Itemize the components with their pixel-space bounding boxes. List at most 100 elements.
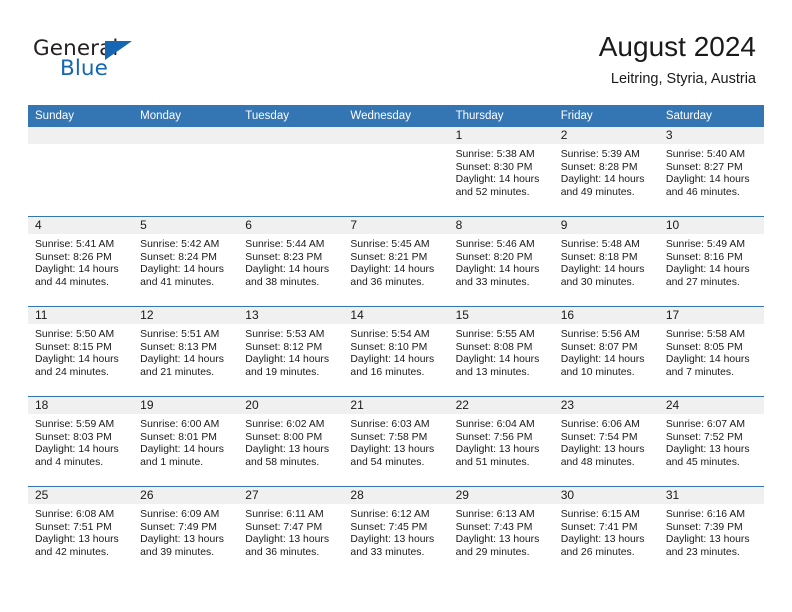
day-details: Sunrise: 6:15 AM Sunset: 7:41 PM Daylight:… [554,504,659,559]
sunrise-text: Sunrise: 5:49 AM [665,239,745,250]
calendar-day-cell[interactable]: 21 Sunrise: 6:03 AM Sunset: 7:58 PM Dayligh… [343,396,449,487]
day-number [238,127,344,144]
calendar-day-cell[interactable]: 6 Sunrise: 5:44 AM Sunset: 8:23 PM Daylight… [238,216,344,307]
day-details: Sunrise: 6:16 AM Sunset: 7:39 PM Daylight:… [659,504,764,559]
sunset-text: Sunset: 7:51 PM [35,521,112,533]
calendar-day-cell[interactable]: 12 Sunrise: 5:51 AM Sunset: 8:13 PM Dayligh… [133,306,239,397]
daylight-text-line1: Daylight: 14 hours [245,354,330,366]
sunrise-text: Sunrise: 5:55 AM [455,329,535,340]
daylight-text-line2: and 54 minutes. [350,456,425,468]
calendar-day-cell[interactable]: 23 Sunrise: 6:06 AM Sunset: 7:54 PM Dayligh… [553,396,659,487]
daylight-text-line1: Daylight: 14 hours [140,354,224,366]
daylight-text-line1: Daylight: 13 hours [455,534,540,546]
calendar-day-cell[interactable]: 2 Sunrise: 5:39 AM Sunset: 8:28 PM Daylight… [553,127,659,217]
day-details: Sunrise: 5:48 AM Sunset: 8:18 PM Daylight:… [554,234,659,289]
day-details: Sunrise: 6:13 AM Sunset: 7:43 PM Daylight:… [449,504,554,559]
daylight-text-line2: and 13 minutes. [455,366,530,378]
calendar-day-cell[interactable]: 28 Sunrise: 6:12 AM Sunset: 7:45 PM Dayligh… [343,486,449,576]
calendar-day-cell[interactable]: 22 Sunrise: 6:04 AM Sunset: 7:56 PM Dayligh… [448,396,554,487]
day-number: 20 [238,397,344,414]
daylight-text-line2: and 38 minutes. [245,276,320,288]
sunset-text: Sunset: 7:41 PM [560,521,638,533]
sunset-text: Sunset: 7:56 PM [455,431,533,443]
calendar-day-cell[interactable]: 5 Sunrise: 5:42 AM Sunset: 8:24 PM Daylight… [133,216,239,307]
day-details: Sunrise: 6:11 AM Sunset: 7:47 PM Daylight:… [238,504,343,559]
sunset-text: Sunset: 8:05 PM [665,341,743,353]
weekday-header-tuesday: Tuesday [238,105,344,127]
daylight-text-line1: Daylight: 14 hours [665,174,750,186]
calendar-day-cell[interactable]: 20 Sunrise: 6:02 AM Sunset: 8:00 PM Dayligh… [238,396,344,487]
calendar-day-cell[interactable]: 13 Sunrise: 5:53 AM Sunset: 8:12 PM Dayligh… [238,306,344,397]
calendar-day-cell[interactable]: 15 Sunrise: 5:55 AM Sunset: 8:08 PM Dayligh… [448,306,554,397]
sunset-text: Sunset: 8:21 PM [350,251,428,263]
daylight-text-line2: and 24 minutes. [35,366,109,378]
daylight-text-line1: Daylight: 14 hours [350,354,435,366]
daylight-text-line2: and 33 minutes. [350,546,425,558]
generalblue-logo[interactable]: General Blue [33,38,213,84]
sunrise-text: Sunrise: 5:46 AM [455,239,535,250]
calendar-day-cell[interactable]: 1 Sunrise: 5:38 AM Sunset: 8:30 PM Daylight… [448,127,554,217]
day-details: Sunrise: 5:49 AM Sunset: 8:16 PM Daylight:… [659,234,764,289]
weekday-header-monday: Monday [133,105,239,127]
calendar-day-cell[interactable]: 30 Sunrise: 6:15 AM Sunset: 7:41 PM Dayligh… [553,486,659,576]
calendar-week-row: 18 Sunrise: 5:59 AM Sunset: 8:03 PM Dayligh… [28,396,764,487]
daylight-text-line2: and 44 minutes. [35,276,109,288]
day-number: 19 [133,397,239,414]
daylight-text-line2: and 16 minutes. [350,366,425,378]
daylight-text-line2: and 45 minutes. [665,456,740,468]
daylight-text-line1: Daylight: 14 hours [455,354,540,366]
day-details: Sunrise: 5:58 AM Sunset: 8:05 PM Daylight:… [659,324,764,379]
daylight-text-line1: Daylight: 13 hours [455,444,540,456]
sunrise-text: Sunrise: 6:06 AM [560,419,640,430]
calendar-day-cell[interactable]: 17 Sunrise: 5:58 AM Sunset: 8:05 PM Dayligh… [658,306,764,397]
calendar-day-cell[interactable]: 7 Sunrise: 5:45 AM Sunset: 8:21 PM Daylight… [343,216,449,307]
page-title: August 2024 [598,31,756,62]
daylight-text-line1: Daylight: 13 hours [560,444,645,456]
calendar-day-cell[interactable]: 29 Sunrise: 6:13 AM Sunset: 7:43 PM Dayligh… [448,486,554,576]
sunrise-text: Sunrise: 5:54 AM [350,329,430,340]
calendar-body: 1 Sunrise: 5:38 AM Sunset: 8:30 PM Daylight… [28,127,764,576]
sunset-text: Sunset: 7:52 PM [665,431,743,443]
calendar-day-cell[interactable]: 27 Sunrise: 6:11 AM Sunset: 7:47 PM Dayligh… [238,486,344,576]
calendar-day-cell[interactable]: 18 Sunrise: 5:59 AM Sunset: 8:03 PM Dayligh… [28,396,134,487]
day-number: 22 [448,397,554,414]
daylight-text-line2: and 52 minutes. [455,186,530,198]
calendar-day-cell[interactable]: 3 Sunrise: 5:40 AM Sunset: 8:27 PM Daylight… [658,127,764,217]
calendar-week-row: 4 Sunrise: 5:41 AM Sunset: 8:26 PM Daylight… [28,216,764,307]
calendar-day-cell[interactable]: 26 Sunrise: 6:09 AM Sunset: 7:49 PM Dayligh… [133,486,239,576]
daylight-text-line2: and 26 minutes. [560,546,635,558]
calendar-day-cell[interactable]: 19 Sunrise: 6:00 AM Sunset: 8:01 PM Dayligh… [133,396,239,487]
calendar-day-cell[interactable]: 25 Sunrise: 6:08 AM Sunset: 7:51 PM Dayligh… [28,486,134,576]
calendar-day-cell[interactable]: 24 Sunrise: 6:07 AM Sunset: 7:52 PM Dayligh… [658,396,764,487]
calendar-day-cell[interactable]: 8 Sunrise: 5:46 AM Sunset: 8:20 PM Daylight… [448,216,554,307]
daylight-text-line1: Daylight: 14 hours [560,354,645,366]
day-number: 7 [343,217,449,234]
day-details: Sunrise: 5:40 AM Sunset: 8:27 PM Daylight:… [659,144,764,199]
day-details: Sunrise: 6:02 AM Sunset: 8:00 PM Daylight:… [238,414,343,469]
daylight-text-line2: and 49 minutes. [560,186,635,198]
daylight-text-line1: Daylight: 13 hours [350,534,435,546]
day-details: Sunrise: 6:06 AM Sunset: 7:54 PM Daylight:… [554,414,659,469]
day-number: 27 [238,487,344,504]
calendar-day-cell[interactable]: 16 Sunrise: 5:56 AM Sunset: 8:07 PM Dayligh… [553,306,659,397]
sunset-text: Sunset: 8:15 PM [35,341,112,353]
calendar-day-cell[interactable]: 9 Sunrise: 5:48 AM Sunset: 8:18 PM Daylight… [553,216,659,307]
daylight-text-line2: and 7 minutes. [665,366,735,378]
day-details: Sunrise: 5:39 AM Sunset: 8:28 PM Daylight:… [554,144,659,199]
calendar-day-cell[interactable]: 10 Sunrise: 5:49 AM Sunset: 8:16 PM Dayligh… [658,216,764,307]
calendar-day-cell[interactable]: 11 Sunrise: 5:50 AM Sunset: 8:15 PM Dayligh… [28,306,134,397]
day-number: 3 [658,127,764,144]
sunrise-text: Sunrise: 6:16 AM [665,509,745,520]
daylight-text-line2: and 41 minutes. [140,276,215,288]
day-details: Sunrise: 5:44 AM Sunset: 8:23 PM Daylight:… [238,234,343,289]
day-number: 23 [553,397,659,414]
calendar-day-cell[interactable]: 31 Sunrise: 6:16 AM Sunset: 7:39 PM Dayligh… [658,486,764,576]
daylight-text-line1: Daylight: 14 hours [665,264,750,276]
daylight-text-line2: and 23 minutes. [665,546,740,558]
sunset-text: Sunset: 8:10 PM [350,341,428,353]
weekday-header-sunday: Sunday [28,105,134,127]
sunset-text: Sunset: 8:07 PM [560,341,638,353]
sunset-text: Sunset: 8:23 PM [245,251,323,263]
calendar-day-cell[interactable]: 4 Sunrise: 5:41 AM Sunset: 8:26 PM Daylight… [28,216,134,307]
calendar-day-cell[interactable]: 14 Sunrise: 5:54 AM Sunset: 8:10 PM Dayligh… [343,306,449,397]
